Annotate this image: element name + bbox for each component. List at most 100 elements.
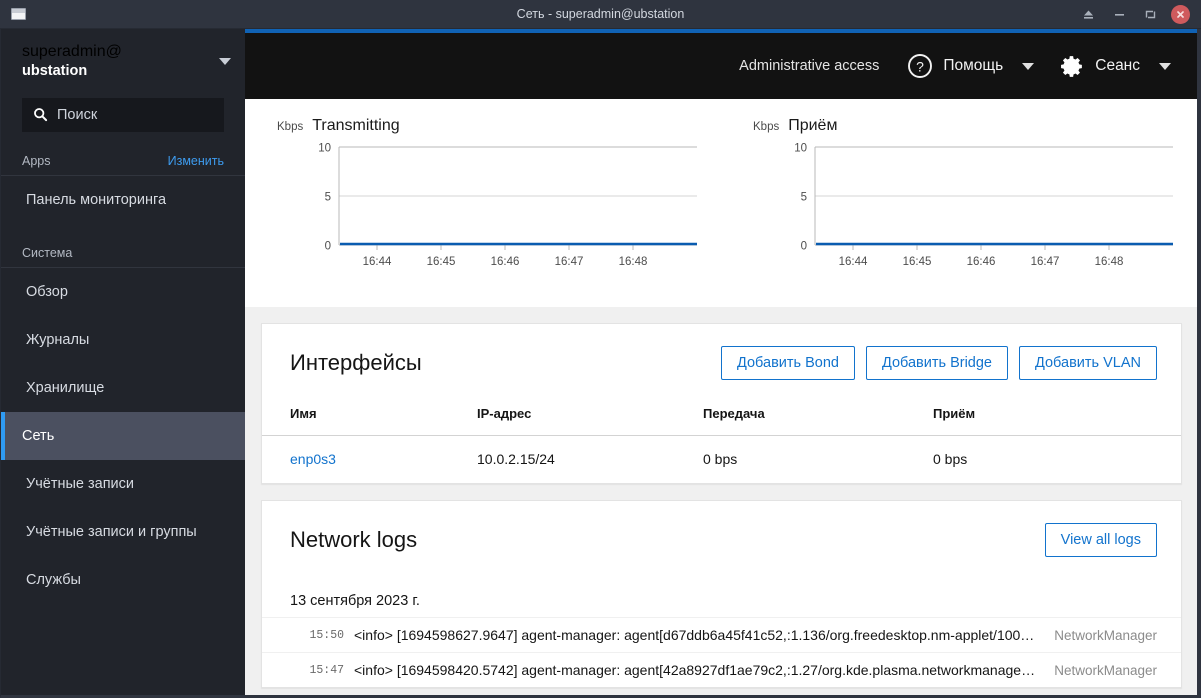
title-bar: Сеть - superadmin@ubstation	[0, 0, 1201, 29]
window-controls	[1078, 4, 1201, 25]
svg-text:16:45: 16:45	[427, 256, 456, 268]
chart-title: Transmitting	[312, 117, 400, 134]
page-scroll-region[interactable]: Kbps Transmitting 10 5 0 16:44 16:45 16:…	[245, 99, 1197, 695]
add-vlan-button[interactable]: Добавить VLAN	[1019, 346, 1157, 380]
sidebar-item-logs[interactable]: Журналы	[1, 316, 245, 364]
chart-unit-label: Kbps	[277, 121, 304, 133]
interface-rx-cell: 0 bps	[933, 451, 968, 467]
svg-text:16:47: 16:47	[555, 256, 584, 268]
user-switcher[interactable]: superadmin@ ubstation	[1, 29, 245, 92]
list-item[interactable]: 15:47 <info> [1694598420.5742] agent-man…	[262, 652, 1181, 687]
edit-apps-link[interactable]: Изменить	[168, 154, 224, 168]
sidebar-item-services[interactable]: Службы	[1, 556, 245, 604]
svg-text:16:48: 16:48	[1095, 256, 1124, 268]
search-input[interactable]	[57, 106, 244, 123]
svg-text:0: 0	[801, 241, 807, 253]
minimize-icon[interactable]	[1109, 4, 1130, 25]
user-account: superadmin@	[22, 43, 122, 60]
svg-text:16:45: 16:45	[903, 256, 932, 268]
user-host: ubstation	[22, 63, 88, 80]
session-menu[interactable]: Сеанс	[1060, 54, 1171, 79]
column-header-rx: Приём	[933, 400, 1181, 436]
svg-text:5: 5	[325, 192, 331, 204]
nav-group-system: Система Обзор Журналы Хранилище Сеть Учё…	[1, 240, 245, 604]
network-logs-card: Network logs View all logs 13 сентября 2…	[261, 500, 1182, 688]
interfaces-actions: Добавить Bond Добавить Bridge Добавить V…	[720, 346, 1157, 380]
chart-unit-label: Kbps	[753, 121, 780, 133]
sidebar: superadmin@ ubstation Apps Из	[1, 29, 245, 695]
chart-title: Приём	[788, 117, 838, 134]
eject-icon[interactable]	[1078, 4, 1099, 25]
chevron-down-icon	[1022, 62, 1035, 70]
search-container	[1, 92, 245, 132]
administrative-access-button[interactable]: Administrative access	[739, 58, 879, 74]
network-logs-card-header: Network logs View all logs	[262, 501, 1181, 577]
svg-text:16:44: 16:44	[363, 256, 392, 268]
chart-transmitting: Kbps Transmitting 10 5 0 16:44 16:45 16:…	[245, 117, 721, 285]
network-logs-actions: View all logs	[1044, 523, 1157, 557]
add-bond-button[interactable]: Добавить Bond	[720, 346, 855, 380]
sidebar-item-accounts-groups[interactable]: Учётные записи и группы	[1, 508, 245, 556]
svg-text:10: 10	[318, 143, 331, 155]
help-menu-label: Помощь	[943, 57, 1004, 74]
page-title: Интерфейсы	[290, 350, 422, 375]
add-bridge-button[interactable]: Добавить Bridge	[865, 346, 1008, 380]
app-window: Сеть - superadmin@ubstation superadmin@ …	[0, 0, 1201, 698]
window-icon	[11, 8, 26, 20]
gear-icon	[1061, 55, 1083, 77]
log-date-heading: 13 сентября 2023 г.	[290, 593, 420, 609]
interface-link[interactable]: enp0s3	[290, 451, 336, 467]
interface-name-cell: enp0s3	[262, 436, 477, 484]
table-header-row: Имя IP-адрес Передача Приём	[262, 400, 1181, 436]
session-menu-label: Сеанс	[1095, 57, 1140, 74]
chevron-down-icon	[1159, 62, 1171, 70]
search-icon	[34, 108, 48, 122]
chart-svg-tx: 10 5 0 16:44 16:45 16:46 16:47 16:48	[318, 143, 697, 268]
chart-header: Kbps Transmitting	[277, 117, 703, 135]
top-bar: Administrative access ? Помощь Сеанс	[245, 33, 1197, 99]
interface-ip-cell: 10.0.2.15/24	[477, 451, 555, 467]
column-header-tx: Передача	[703, 400, 933, 436]
nav-group-label: Система	[22, 246, 73, 261]
sidebar-item-dashboard[interactable]: Панель мониторинга	[1, 176, 245, 224]
table-row[interactable]: enp0s3 10.0.2.15/24 0 bps 0 bps	[262, 436, 1181, 484]
svg-text:0: 0	[325, 241, 331, 253]
content-area: Administrative access ? Помощь Сеанс Kbp…	[245, 29, 1197, 695]
sidebar-item-overview[interactable]: Обзор	[1, 268, 245, 316]
chart-svg-rx: 10 5 0 16:44 16:45 16:46 16:47 16:48	[794, 143, 1173, 268]
svg-text:?: ?	[916, 59, 924, 75]
svg-text:16:46: 16:46	[491, 256, 520, 268]
nav-header-system: Система	[1, 240, 245, 268]
sidebar-item-storage[interactable]: Хранилище	[1, 364, 245, 412]
network-logs-title: Network logs	[290, 527, 418, 552]
network-charts-panel: Kbps Transmitting 10 5 0 16:44 16:45 16:…	[245, 99, 1197, 307]
interfaces-table-head: Имя IP-адрес Передача Приём	[262, 400, 1181, 436]
svg-text:16:44: 16:44	[839, 256, 868, 268]
svg-text:16:48: 16:48	[619, 256, 648, 268]
column-header-ip: IP-адрес	[477, 400, 703, 436]
nav-header-apps: Apps Изменить	[1, 148, 245, 176]
log-source: NetworkManager	[1054, 662, 1157, 678]
interfaces-table-body: enp0s3 10.0.2.15/24 0 bps 0 bps	[262, 436, 1181, 484]
svg-text:10: 10	[794, 143, 807, 155]
user-names: superadmin@ ubstation	[22, 41, 122, 82]
list-item[interactable]: 15:50 <info> [1694598627.9647] agent-man…	[262, 617, 1181, 652]
interfaces-card: Интерфейсы Добавить Bond Добавить Bridge…	[261, 323, 1182, 484]
interface-tx-cell: 0 bps	[703, 451, 738, 467]
log-message: <info> [1694598627.9647] agent-manager: …	[354, 627, 1035, 643]
chart-plot-rx: 10 5 0 16:44 16:45 16:46 16:47 16:48	[753, 143, 1179, 285]
chart-header: Kbps Приём	[753, 117, 1179, 135]
search-box[interactable]	[22, 97, 244, 132]
sidebar-item-network[interactable]: Сеть	[1, 411, 245, 460]
column-header-name: Имя	[262, 400, 477, 436]
chart-receiving: Kbps Приём 10 5 0 16:44 16:45 16:46 16:4…	[721, 117, 1197, 285]
sidebar-item-accounts[interactable]: Учётные записи	[1, 460, 245, 508]
chevron-down-icon	[219, 57, 231, 65]
maximize-icon[interactable]	[1140, 4, 1161, 25]
help-menu[interactable]: ? Помощь	[907, 53, 1035, 79]
interfaces-table: Имя IP-адрес Передача Приём enp0s3 10.0.…	[262, 400, 1181, 483]
svg-text:16:46: 16:46	[967, 256, 996, 268]
svg-text:16:47: 16:47	[1031, 256, 1060, 268]
view-all-logs-button[interactable]: View all logs	[1044, 523, 1157, 557]
close-icon[interactable]	[1171, 4, 1190, 24]
